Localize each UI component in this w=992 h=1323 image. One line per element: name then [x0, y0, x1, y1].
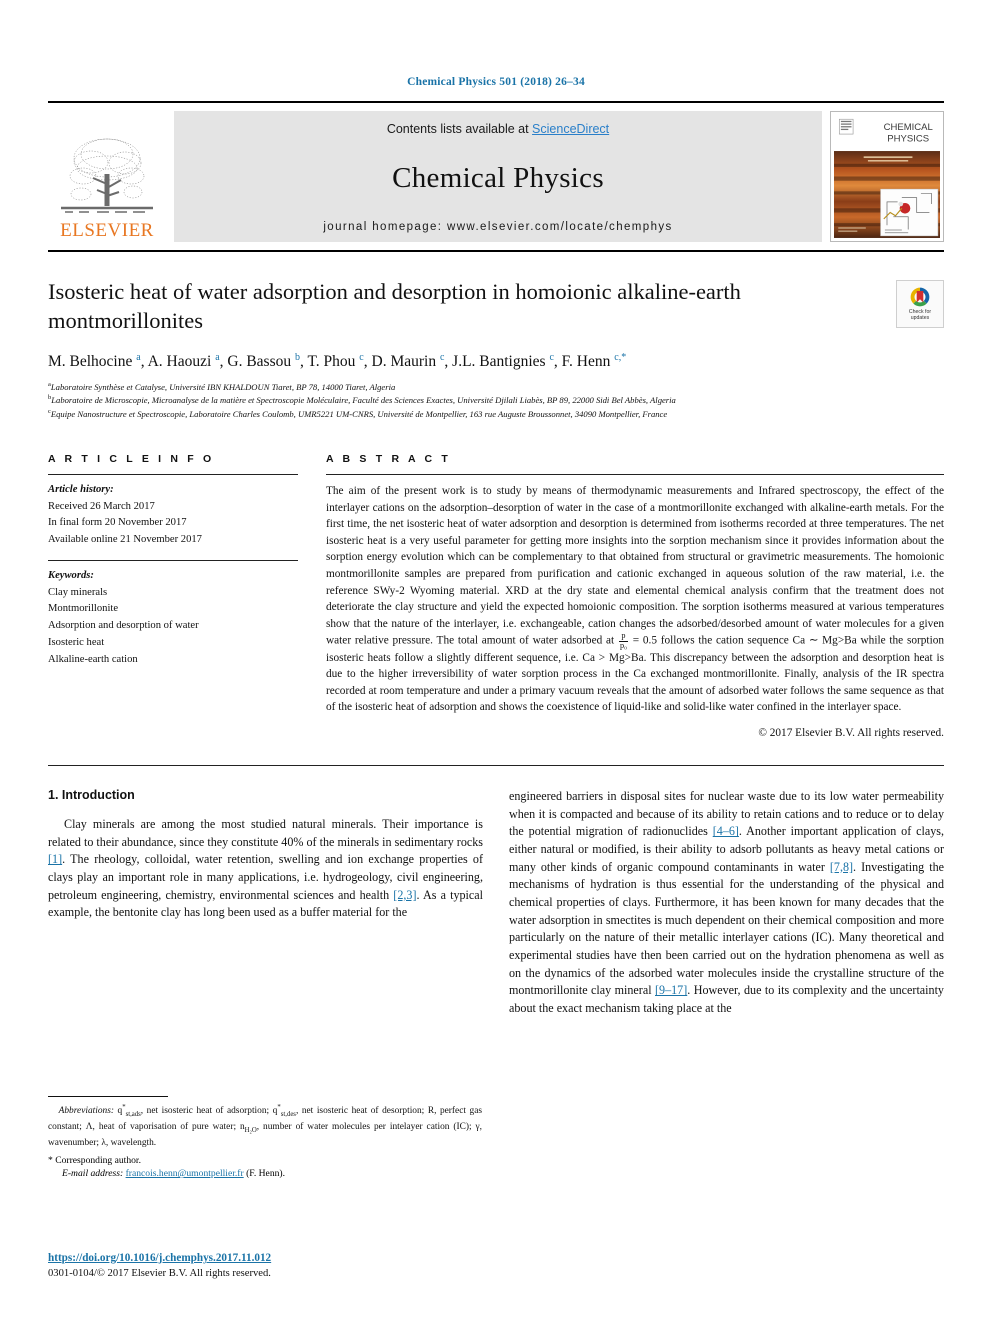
journal-homepage[interactable]: journal homepage: www.elsevier.com/locat…	[323, 221, 672, 233]
affiliation-b-text: Laboratoire de Microscopie, Microanalyse…	[51, 395, 676, 406]
crossmark-line1: Check for	[908, 308, 932, 315]
history-final-form: In final form 20 November 2017	[48, 517, 187, 529]
running-head: Chemical Physics 501 (2018) 26–34	[407, 76, 585, 88]
svg-text:CHEMICAL: CHEMICAL	[884, 122, 933, 133]
paper-page: Chemical Physics 501 (2018) 26–34 ELSEVI…	[0, 0, 992, 1323]
citation-ref-4-6[interactable]: [4–6]	[713, 824, 739, 838]
abbrev-a: q	[114, 1106, 123, 1117]
sciencedirect-link[interactable]: ScienceDirect	[532, 122, 609, 136]
journal-cover-thumbnail[interactable]: CHEMICAL PHYSICS	[830, 111, 944, 242]
keyword-item: Montmorillonite	[48, 603, 119, 615]
keyword-item: Alkaline-earth cation	[48, 653, 138, 665]
crossmark-icon	[910, 287, 930, 307]
keyword-item: Isosteric heat	[48, 636, 105, 648]
article-history: Article history: Received 26 March 2017 …	[48, 482, 298, 549]
elsevier-tree-icon	[61, 138, 153, 213]
history-available-online: Available online 21 November 2017	[48, 534, 202, 546]
body-column-left: 1. Introduction Clay minerals are among …	[48, 788, 483, 1018]
svg-text:PHYSICS: PHYSICS	[887, 133, 929, 144]
abstract-heading: A B S T R A C T	[326, 452, 451, 465]
intro-right-part3: . Investigating the mechanisms of hydrat…	[509, 859, 944, 998]
article-info-rule-mid	[48, 559, 298, 561]
journal-title: Chemical Physics	[392, 161, 604, 194]
page-title: Isosteric heat of water adsorption and d…	[48, 278, 741, 333]
history-received: Received 26 March 2017	[48, 500, 155, 512]
abstract-copyright: © 2017 Elsevier B.V. All rights reserved…	[758, 727, 944, 740]
elsevier-logo: ELSEVIER	[48, 111, 166, 242]
author-list: M. Belhocine a, A. Haouzi a, G. Bassou b…	[48, 351, 627, 370]
body-columns: 1. Introduction Clay minerals are among …	[48, 788, 944, 1018]
abstract-column: A B S T R A C T The aim of the present w…	[326, 453, 944, 739]
issn-copyright: 0301-0104/© 2017 Elsevier B.V. All right…	[48, 1268, 271, 1279]
footer-block: https://doi.org/10.1016/j.chemphys.2017.…	[48, 1248, 488, 1279]
citation-ref-9-17[interactable]: [9–17]	[655, 983, 687, 997]
contents-available-line: Contents lists available at ScienceDirec…	[387, 122, 609, 136]
journal-cover-image: CHEMICAL PHYSICS	[834, 115, 940, 238]
section-heading-introduction: 1. Introduction	[48, 788, 135, 803]
abstract-body: The aim of the present work is to study …	[326, 483, 944, 716]
journal-banner: ELSEVIER Contents lists available at Sci…	[48, 101, 944, 242]
affiliation-c-text: Equipe Nanostructure et Spectroscopie, L…	[50, 409, 668, 420]
article-info-column: A R T I C L E I N F O Article history: R…	[48, 453, 298, 739]
affiliation-list: aLaboratoire Synthèse et Catalyse, Unive…	[48, 380, 944, 421]
citation-ref-2-3[interactable]: [2,3]	[393, 888, 416, 902]
keyword-item: Clay minerals	[48, 586, 108, 598]
email-note: E-mail address: francois.henn@umontpelli…	[62, 1168, 482, 1179]
crossmark-label: Check for updates	[909, 309, 931, 322]
article-info-heading: A R T I C L E I N F O	[48, 452, 215, 465]
crossmark-line2: updates	[910, 315, 930, 322]
citation-ref-1[interactable]: [1]	[48, 852, 62, 866]
intro-paragraph-left: Clay minerals are among the most studied…	[48, 816, 483, 922]
info-abstract-region: A R T I C L E I N F O Article history: R…	[48, 453, 944, 739]
crossmark-badge[interactable]: Check for updates	[896, 279, 944, 328]
contents-prefix: Contents lists available at	[386, 122, 533, 136]
fraction-denominator: p₀	[619, 640, 627, 650]
abbreviations-label: Abbreviations:	[58, 1106, 114, 1117]
banner-bottom-rule	[48, 249, 944, 252]
keywords-block: Keywords: Clay minerals Montmorillonite …	[48, 568, 298, 668]
abstract-rule	[326, 473, 944, 475]
abstract-part1: The aim of the present work is to study …	[326, 484, 944, 647]
keywords-label: Keywords:	[48, 569, 94, 581]
footnote-area: Abbreviations: q*st,ads, net isosteric h…	[48, 1096, 482, 1179]
keyword-item: Adsorption and desorption of water	[48, 620, 199, 632]
body-column-right: engineered barriers in disposal sites fo…	[509, 788, 944, 1018]
corresponding-author-note: * Corresponding author.	[48, 1155, 141, 1167]
abstract-bottom-rule	[48, 765, 944, 767]
corresponding-email-link[interactable]: francois.henn@umontpellier.fr	[126, 1168, 244, 1179]
banner-center: Contents lists available at ScienceDirec…	[174, 111, 822, 242]
citation-ref-7-8[interactable]: [7,8]	[830, 860, 853, 874]
intro-paragraph-right: engineered barriers in disposal sites fo…	[509, 788, 944, 1018]
affiliation-a: aLaboratoire Synthèse et Catalyse, Unive…	[48, 380, 396, 392]
email-suffix: (F. Henn).	[243, 1168, 286, 1180]
footnote-rule	[48, 1096, 168, 1097]
intro-left-part1: Clay minerals are among the most studied…	[48, 817, 483, 849]
relative-pressure-fraction: p p₀	[618, 632, 628, 650]
affiliation-b: bLaboratoire de Microscopie, Microanalys…	[48, 394, 676, 406]
title-block: Isosteric heat of water adsorption and d…	[48, 278, 944, 421]
abbreviations-note: Abbreviations: q*st,ads, net isosteric h…	[48, 1104, 483, 1149]
article-info-rule-top	[48, 473, 298, 475]
affiliation-c: cEquipe Nanostructure et Spectroscopie, …	[48, 408, 668, 420]
abbrev-b: , net isosteric heat of adsorption; q	[140, 1106, 278, 1117]
doi-link[interactable]: https://doi.org/10.1016/j.chemphys.2017.…	[48, 1252, 271, 1264]
affiliation-a-text: Laboratoire Synthèse et Catalyse, Univer…	[50, 381, 396, 392]
email-label: E-mail address:	[62, 1168, 124, 1180]
elsevier-wordmark: ELSEVIER	[60, 219, 154, 241]
article-history-label: Article history:	[48, 483, 114, 495]
